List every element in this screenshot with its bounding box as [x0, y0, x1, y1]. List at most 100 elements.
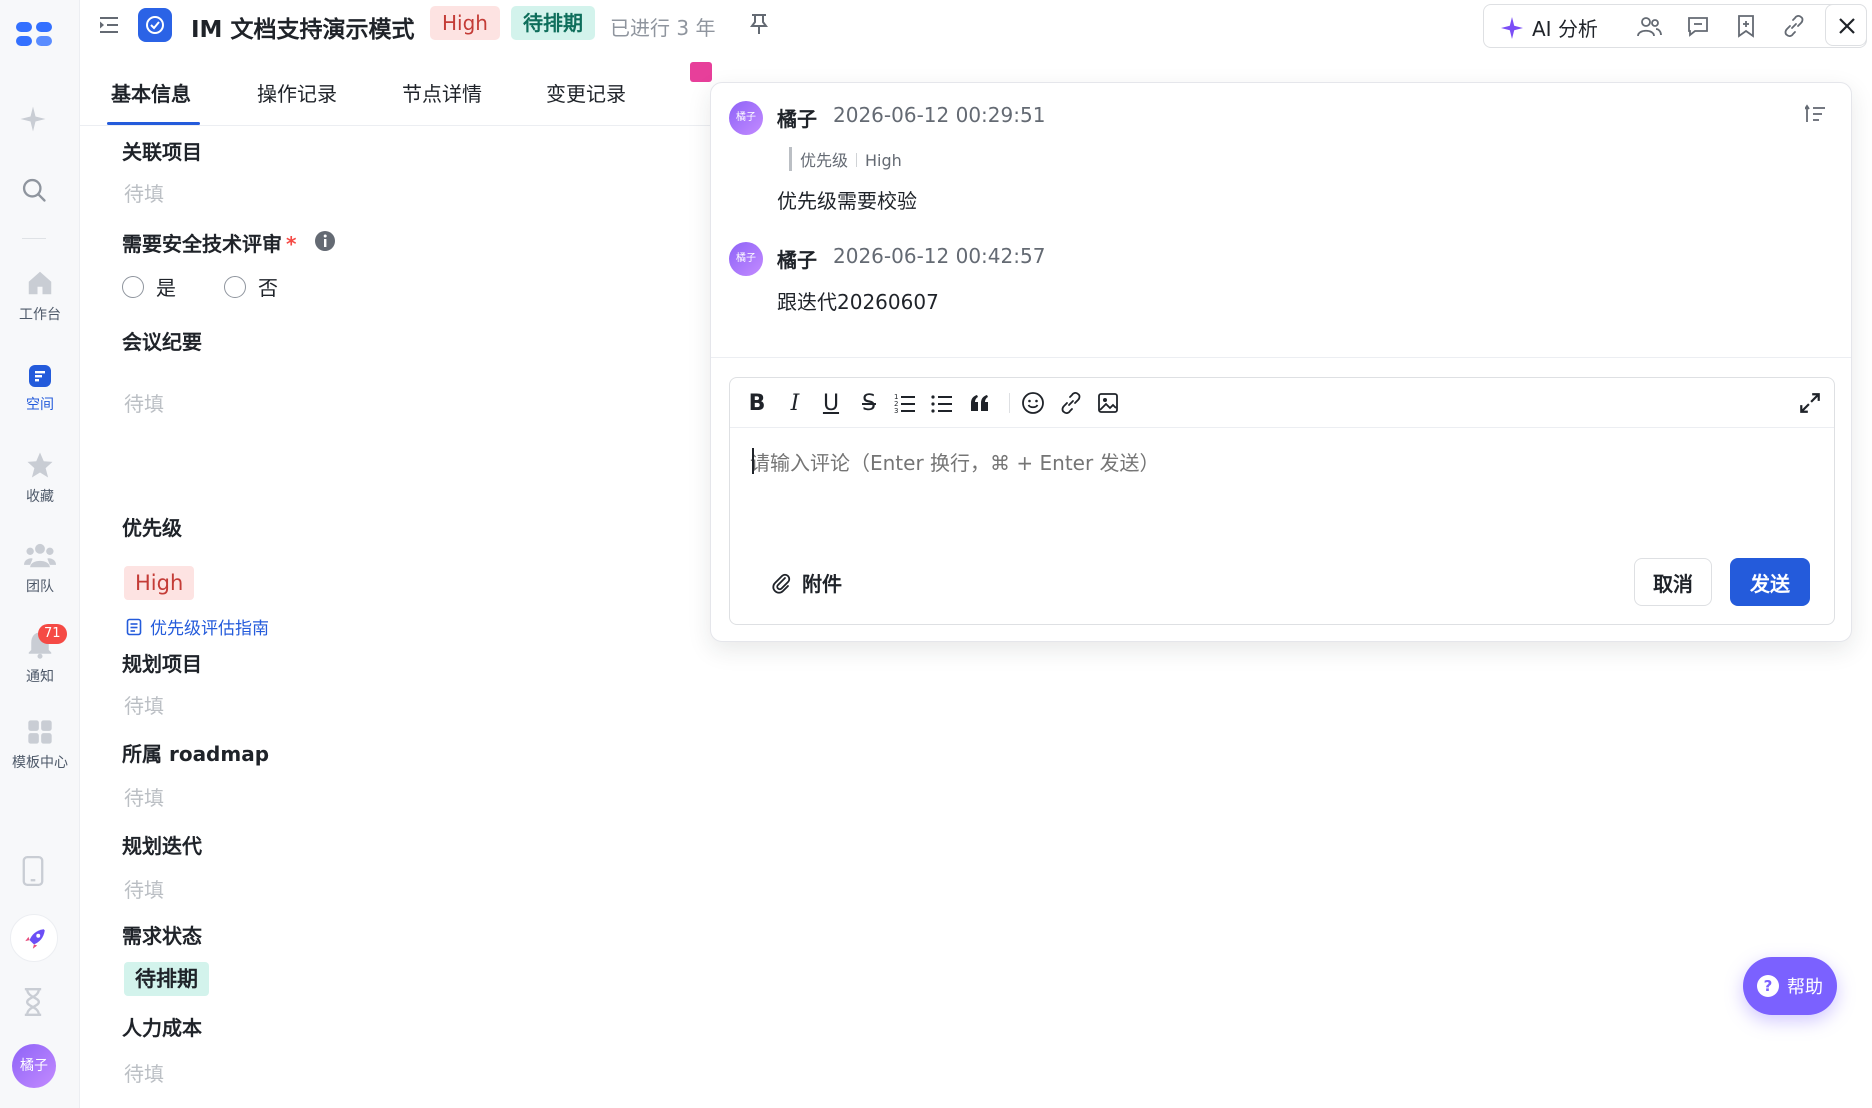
tab-change-log[interactable]: 变更记录 [546, 78, 626, 107]
user-avatar[interactable]: 橘子 [12, 1044, 56, 1088]
comment-author[interactable]: 橘子 [777, 244, 817, 273]
bullet-list-icon[interactable] [930, 391, 954, 415]
comment-avatar[interactable]: 橘子 [729, 101, 763, 135]
templates-icon [28, 720, 52, 744]
ai-analysis-button[interactable]: AI 分析 [1500, 13, 1598, 42]
close-icon [1839, 18, 1855, 34]
help-question-icon: ? [1757, 975, 1779, 997]
members-icon[interactable] [1636, 14, 1662, 40]
paperclip-icon [772, 573, 791, 594]
italic-icon[interactable]: I [783, 391, 807, 416]
panel-divider [711, 357, 1851, 358]
field-value-labor-cost[interactable]: 待填 [124, 1058, 164, 1087]
rail-label: 通知 [26, 669, 54, 685]
tab-overflow-icon[interactable] [690, 62, 712, 82]
field-value-meeting-notes[interactable]: 待填 [124, 388, 164, 417]
field-value-related-project[interactable]: 待填 [124, 178, 164, 207]
expand-icon[interactable] [1798, 391, 1822, 415]
radio-no[interactable]: 否 [224, 272, 278, 301]
comment-time: 2026-06-12 00:29:51 [833, 103, 1046, 127]
field-label-priority: 优先级 [122, 516, 182, 540]
field-value-roadmap[interactable]: 待填 [124, 782, 164, 811]
rail-label: 团队 [26, 579, 54, 595]
rail-item-space[interactable]: 空间 [0, 364, 80, 414]
rail-divider [22, 238, 46, 239]
rail-item-favorites[interactable]: 收藏 [0, 450, 80, 506]
field-label-planning-iteration: 规划迭代 [122, 834, 202, 858]
left-rail: 工作台 空间 收藏 团队 71 通知 模板中心 橘子 [0, 0, 80, 1108]
field-value-planning-iteration[interactable]: 待填 [124, 874, 164, 903]
underline-icon[interactable]: U [819, 391, 843, 416]
comment-icon[interactable] [1686, 14, 1710, 38]
help-button[interactable]: ? 帮助 [1743, 957, 1837, 1015]
field-label-requirement-status: 需求状态 [122, 924, 202, 948]
quote-separator [856, 153, 858, 167]
emoji-icon[interactable] [1021, 391, 1045, 415]
tab-node-details[interactable]: 节点详情 [402, 78, 482, 107]
rail-label: 收藏 [26, 489, 54, 505]
elapsed-time: 已进行 3 年 [610, 16, 716, 40]
comment-time: 2026-06-12 00:42:57 [833, 244, 1046, 268]
bold-icon[interactable]: B [745, 391, 769, 416]
comment-input[interactable] [750, 448, 1750, 478]
rail-label: 模板中心 [12, 755, 68, 771]
radio-circle [122, 275, 144, 298]
image-icon[interactable] [1096, 391, 1120, 415]
ai-analysis-label: AI 分析 [1532, 17, 1598, 41]
field-label-related-project: 关联项目 [122, 140, 202, 164]
cancel-button[interactable]: 取消 [1634, 558, 1712, 606]
radio-no-label: 否 [258, 276, 278, 300]
tab-basic-info[interactable]: 基本信息 [111, 78, 191, 107]
rail-item-templates[interactable]: 模板中心 [0, 718, 80, 772]
quote-icon[interactable] [968, 391, 992, 415]
rail-item-workbench[interactable]: 工作台 [0, 268, 80, 324]
priority-guide-link[interactable]: 优先级评估指南 [126, 614, 269, 639]
info-icon[interactable] [314, 230, 336, 252]
field-value-planning-project[interactable]: 待填 [124, 690, 164, 719]
rail-item-team[interactable]: 团队 [0, 540, 80, 596]
close-button[interactable] [1825, 4, 1867, 46]
comment-body: 优先级需要校验 [777, 189, 917, 213]
sidebar-toggle-icon[interactable] [98, 14, 120, 36]
security-review-label-text: 需要安全技术评审 [122, 232, 282, 256]
pin-icon[interactable] [748, 12, 770, 36]
team-icon [24, 543, 56, 568]
hourglass-icon[interactable] [22, 988, 44, 1016]
comment-author[interactable]: 橘子 [777, 103, 817, 132]
mobile-icon[interactable] [22, 856, 44, 886]
header: IM 文档支持演示模式 High 待排期 已进行 3 年 AI 分析 [80, 0, 1872, 50]
radio-circle [224, 275, 246, 298]
sparkle-icon[interactable] [18, 104, 48, 134]
quote-value: High [865, 151, 902, 170]
notification-badge: 71 [38, 624, 67, 644]
rail-item-notifications[interactable]: 71 通知 [0, 624, 80, 686]
priority-value-tag[interactable]: High [124, 566, 195, 600]
document-icon [126, 618, 142, 635]
strikethrough-icon[interactable]: S [857, 391, 881, 416]
insert-link-icon[interactable] [1059, 391, 1083, 415]
active-tab-indicator [107, 122, 200, 125]
radio-yes[interactable]: 是 [122, 272, 176, 301]
ordered-list-icon[interactable]: 1 2 3 [893, 391, 917, 415]
sort-icon[interactable] [1805, 103, 1827, 125]
app-logo-icon[interactable] [14, 18, 54, 50]
link-icon[interactable] [1782, 14, 1806, 38]
space-icon [29, 365, 51, 387]
bookmark-add-icon[interactable] [1734, 14, 1758, 38]
ai-sparkle-icon [1501, 16, 1523, 39]
rocket-button[interactable] [10, 914, 58, 962]
item-type-icon [138, 8, 172, 42]
field-label-roadmap: 所属 roadmap [122, 742, 270, 766]
status-tag[interactable]: 待排期 [511, 6, 595, 40]
priority-tag[interactable]: High [430, 6, 500, 40]
radio-yes-label: 是 [156, 276, 176, 300]
comment-avatar[interactable]: 橘子 [729, 242, 763, 276]
tab-operation-log[interactable]: 操作记录 [257, 78, 337, 107]
required-mark: * [286, 232, 297, 256]
quote-field: 优先级 [800, 151, 849, 170]
send-button[interactable]: 发送 [1730, 558, 1810, 606]
requirement-status-tag[interactable]: 待排期 [124, 962, 209, 996]
attach-button[interactable]: 附件 [770, 568, 842, 597]
search-icon[interactable] [20, 176, 48, 204]
toolbar-separator [1009, 393, 1010, 413]
